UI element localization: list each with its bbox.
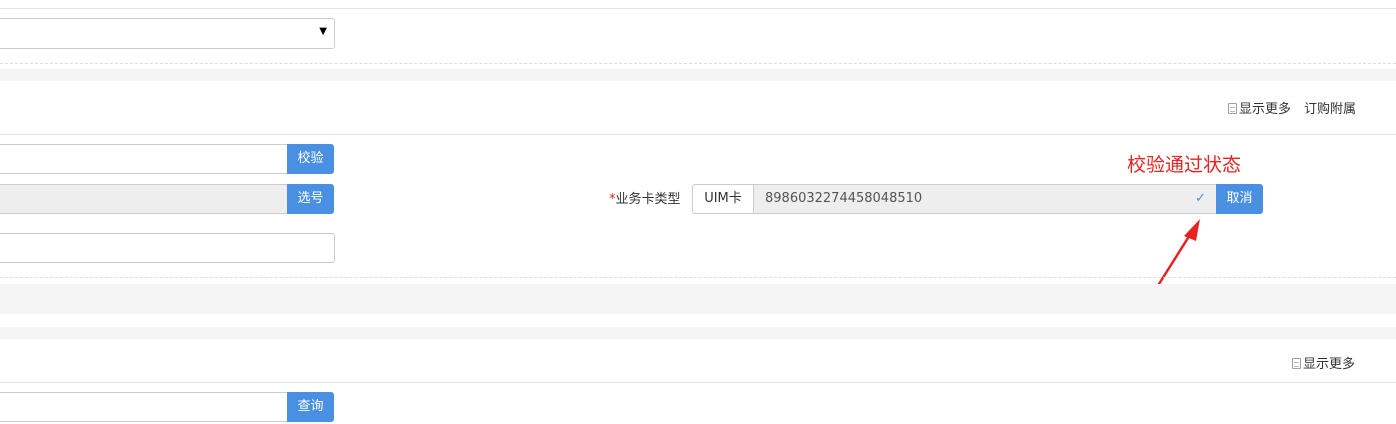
check-icon: ✓ xyxy=(1195,191,1206,206)
show-more-label: 显示更多 xyxy=(1239,102,1292,117)
verify-input[interactable] xyxy=(0,144,288,174)
cancel-button[interactable]: 取消 xyxy=(1216,184,1263,214)
number-input xyxy=(0,184,288,214)
card-prefix-addon: UIM卡 xyxy=(692,184,753,214)
show-more-label-2: 显示更多 xyxy=(1303,357,1356,372)
document-icon xyxy=(1292,358,1301,369)
show-more-link[interactable]: 显示更多 xyxy=(1228,101,1291,119)
card-type-label-text: 业务卡类型 xyxy=(615,192,681,207)
section2-dashed-divider xyxy=(0,277,1396,278)
section2-header-divider xyxy=(0,134,1396,135)
section-separator-2 xyxy=(0,327,1396,339)
section2-footer-band xyxy=(0,284,1396,314)
text-input[interactable] xyxy=(0,233,335,263)
dropdown-select[interactable]: ▼ xyxy=(0,18,335,49)
card-number-value: 8986032274458048510 xyxy=(765,191,923,206)
query-input[interactable] xyxy=(0,392,288,422)
section3-header-divider xyxy=(0,382,1396,383)
document-icon xyxy=(1228,103,1237,114)
show-more-link-2[interactable]: 显示更多 xyxy=(1292,356,1355,374)
verify-button[interactable]: 校验 xyxy=(287,144,334,174)
annotation-text: 校验通过状态 xyxy=(1127,154,1242,176)
order-attachment-link[interactable]: 订购附属 xyxy=(1304,101,1356,119)
select-number-button[interactable]: 选号 xyxy=(287,184,334,214)
section1-dashed-divider xyxy=(0,63,1396,64)
query-button[interactable]: 查询 xyxy=(287,392,334,422)
dropdown-arrow-icon: ▼ xyxy=(319,26,327,37)
top-divider xyxy=(0,8,1396,9)
card-type-label: *业务卡类型 xyxy=(609,188,681,207)
section-separator xyxy=(0,69,1396,81)
